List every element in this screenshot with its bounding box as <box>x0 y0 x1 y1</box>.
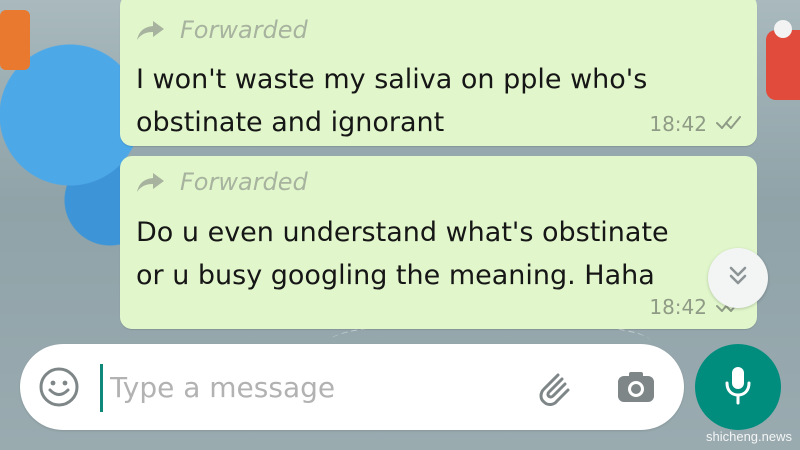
forwarded-indicator: Forwarded <box>136 16 308 44</box>
emoji-button[interactable] <box>38 366 80 408</box>
forward-icon <box>136 171 166 193</box>
wallpaper-decoration-orange <box>0 10 30 70</box>
message-bubble[interactable]: Forwarded Do u even understand what's ob… <box>120 156 757 329</box>
message-text: Do u even understand what's obstinate or… <box>136 211 741 297</box>
message-bubble[interactable]: Forwarded I won't waste my saliva on ppl… <box>120 0 757 146</box>
paperclip-icon <box>532 373 576 414</box>
camera-button[interactable] <box>614 366 658 410</box>
voice-record-button[interactable] <box>695 344 781 430</box>
message-composer <box>20 344 684 430</box>
forward-icon <box>136 19 166 41</box>
camera-icon <box>614 372 658 414</box>
scroll-to-bottom-button[interactable] <box>708 248 768 308</box>
attach-button[interactable] <box>532 366 576 410</box>
microphone-icon <box>721 364 755 411</box>
forwarded-label: Forwarded <box>180 168 308 196</box>
message-line: I won't waste my saliva on pple who's <box>136 64 648 95</box>
message-line: Do u even understand what's obstinate <box>136 217 669 248</box>
text-cursor <box>100 364 103 412</box>
double-check-icon <box>715 112 743 136</box>
forwarded-label: Forwarded <box>180 16 308 44</box>
message-input[interactable] <box>108 362 512 414</box>
message-time: 18:42 <box>649 295 707 319</box>
message-meta: 18:42 <box>649 112 743 136</box>
watermark: shicheng.news <box>706 429 792 444</box>
message-line: or u busy googling the meaning. Haha <box>136 260 655 291</box>
wallpaper-decoration-white <box>774 20 792 38</box>
wallpaper-decoration-red <box>766 30 800 100</box>
message-time: 18:42 <box>649 112 707 136</box>
chevrons-down-icon <box>724 262 752 295</box>
forwarded-indicator: Forwarded <box>136 168 308 196</box>
emoji-icon <box>38 367 80 412</box>
